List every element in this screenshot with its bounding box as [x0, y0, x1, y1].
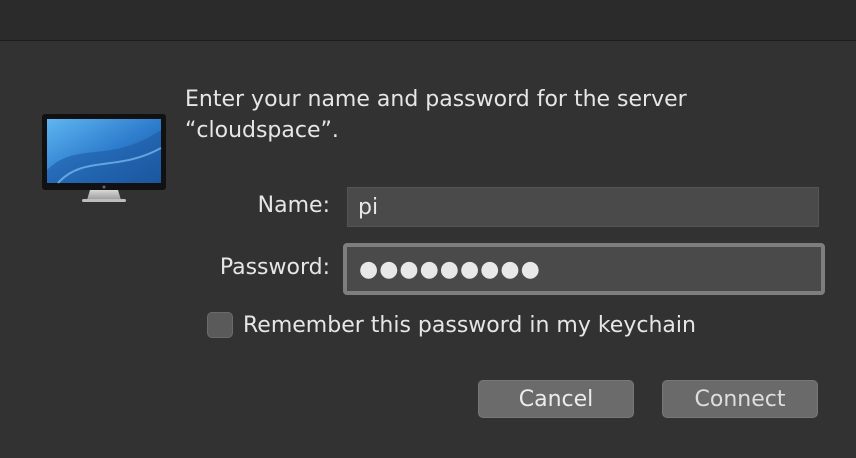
password-label: Password:: [219, 255, 330, 280]
password-field[interactable]: ●●●●●●●●●: [343, 243, 825, 295]
cancel-button[interactable]: Cancel: [478, 380, 634, 418]
monitor-icon: [38, 110, 170, 210]
connect-button[interactable]: Connect: [662, 380, 818, 418]
remember-option[interactable]: Remember this password in my keychain: [207, 310, 696, 340]
remember-checkbox[interactable]: [207, 312, 233, 338]
name-field[interactable]: pi: [347, 187, 819, 227]
title-bar: [0, 0, 856, 41]
name-label: Name:: [257, 193, 330, 218]
connect-to-server-dialog: Enter your name and password for the ser…: [0, 0, 856, 458]
remember-label[interactable]: Remember this password in my keychain: [243, 313, 696, 338]
dialog-message: Enter your name and password for the ser…: [185, 87, 687, 143]
